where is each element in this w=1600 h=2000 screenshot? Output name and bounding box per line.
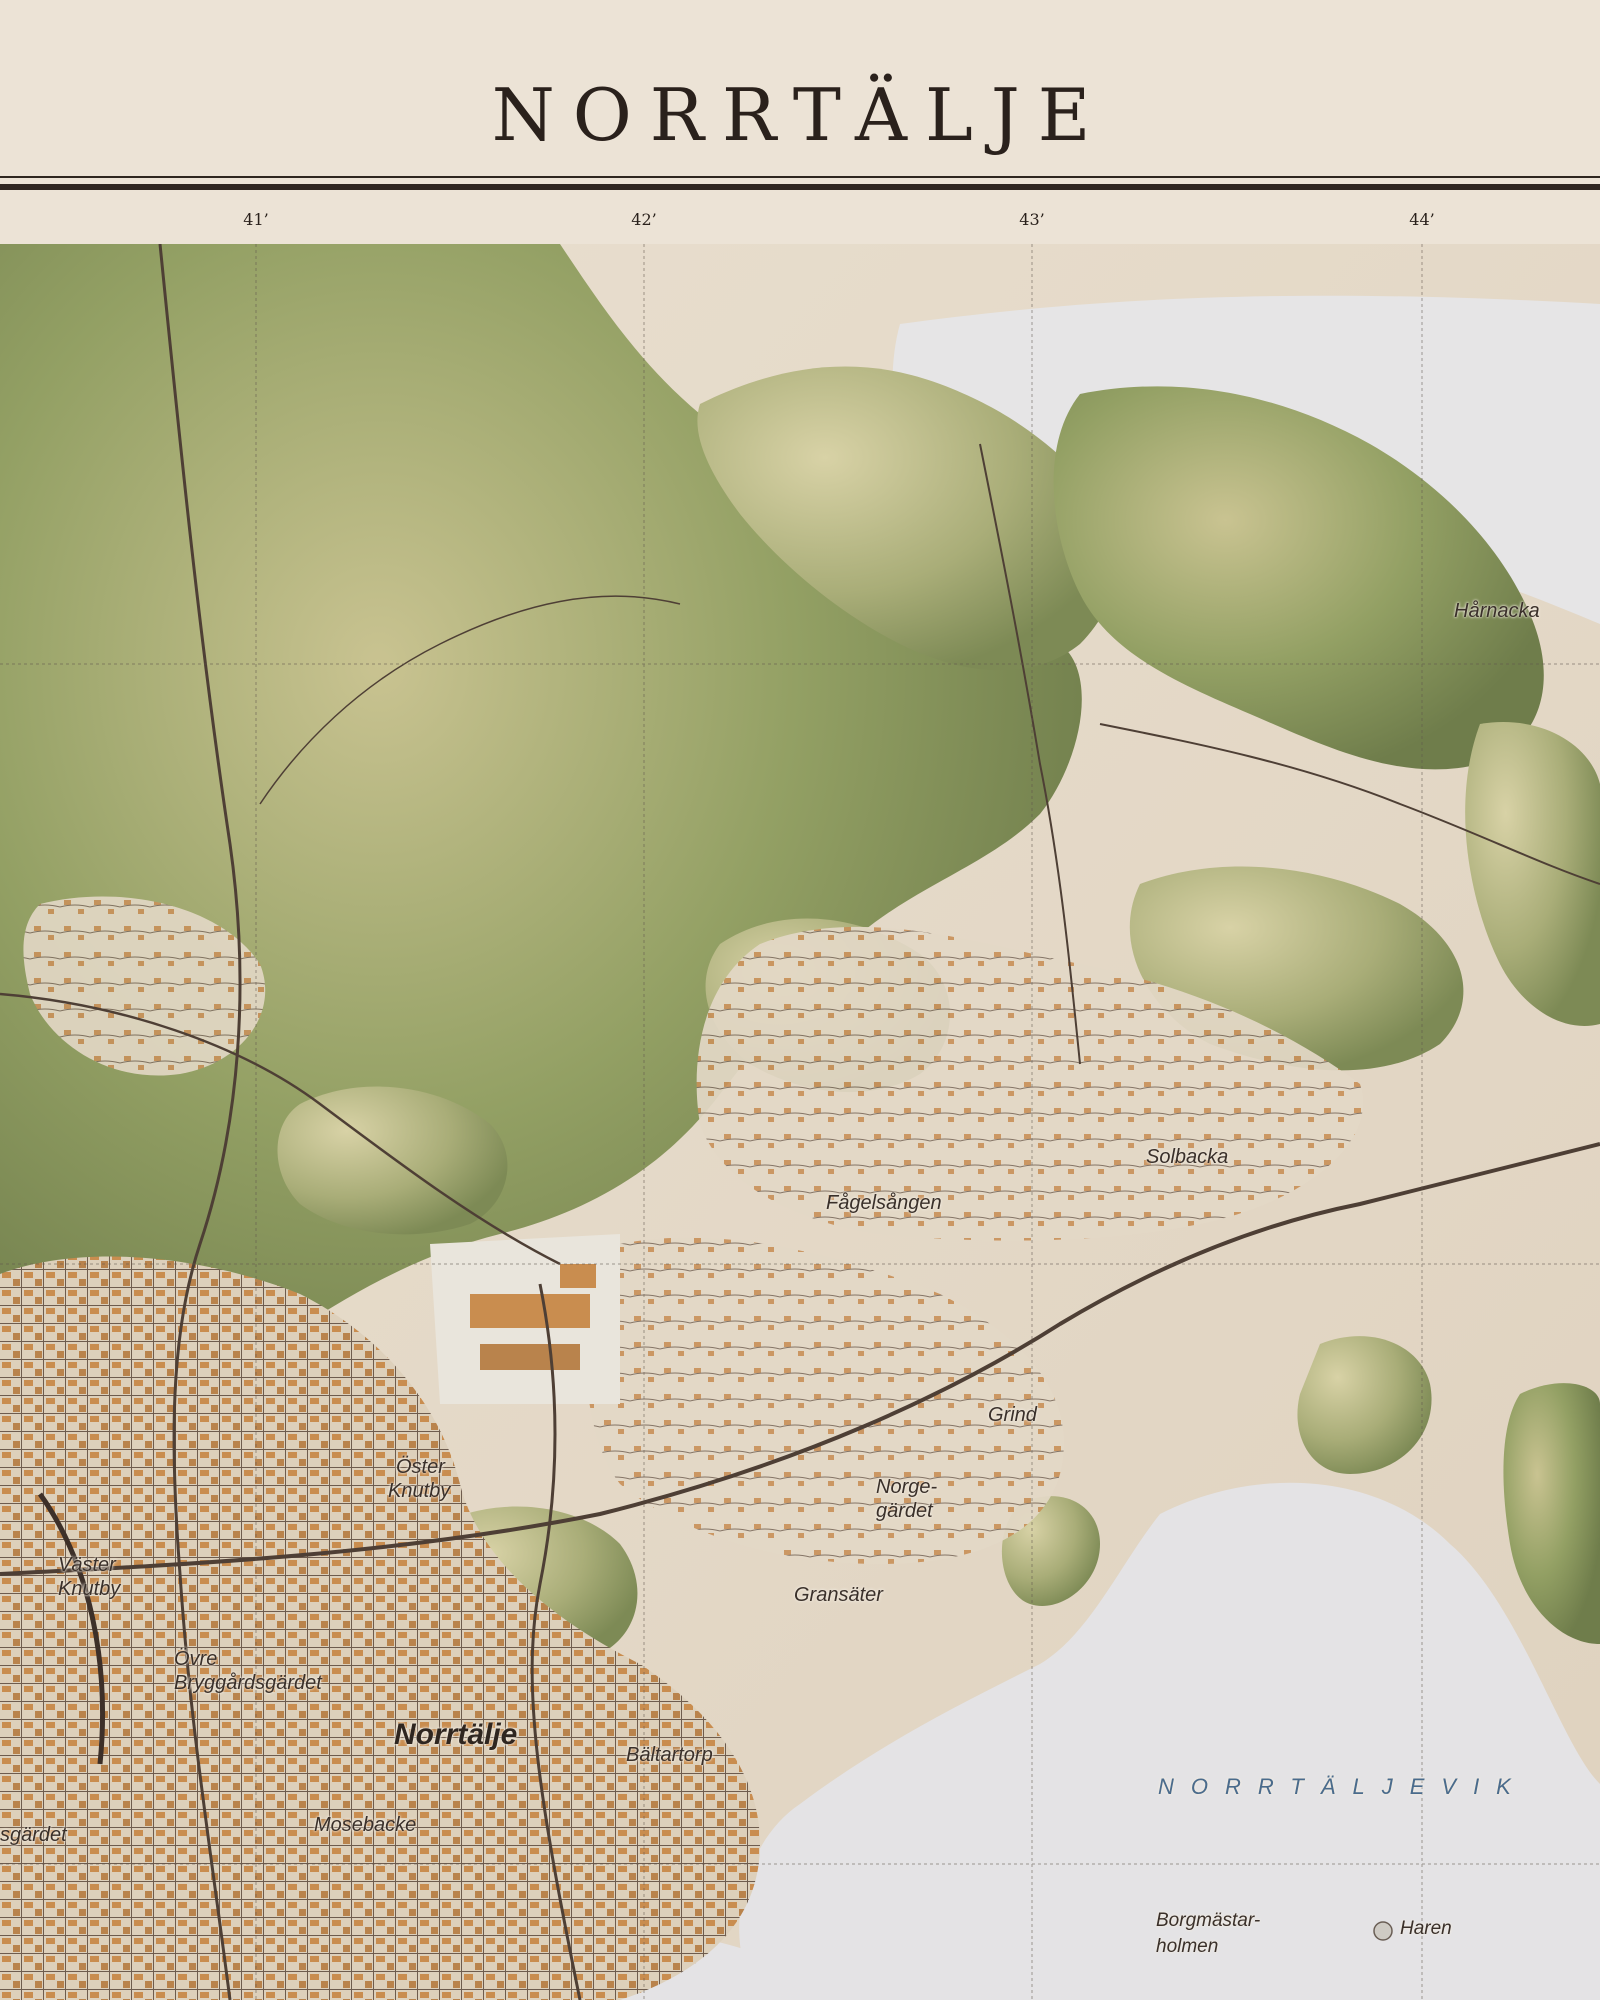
building xyxy=(470,1294,590,1328)
building xyxy=(560,1264,596,1288)
place-label-baltartorp: Bältartorp xyxy=(626,1744,713,1766)
title-banner: NORRTÄLJE xyxy=(0,0,1600,175)
place-label-norgegardet-1: Norge- xyxy=(876,1476,938,1498)
haren-islet-marker xyxy=(1373,1921,1393,1941)
place-label-oster-knutby-1: Öster xyxy=(396,1456,445,1478)
place-label-ovre-2: Bryggårdsgärdet xyxy=(174,1672,322,1694)
place-label-norgegardet-2: gärdet xyxy=(876,1500,933,1522)
place-label-vaster-knutby-1: Väster xyxy=(58,1554,116,1576)
map-canvas xyxy=(0,244,1600,2000)
longitude-tick: 43’ xyxy=(1019,210,1045,229)
town-label-norrtalje: Norrtälje xyxy=(394,1718,518,1751)
place-label-grind: Grind xyxy=(988,1404,1037,1426)
relief-map: Hårnacka Solbacka Fågelsången Grind Öste… xyxy=(0,244,1600,2000)
place-label-vaster-knutby-2: Knutby xyxy=(58,1578,121,1600)
place-label-mosebacke: Mosebacke xyxy=(314,1814,417,1836)
place-label-oster-knutby-2: Knutby xyxy=(388,1480,451,1502)
water-label-norrtaljeviken: NORRTÄLJEVIK xyxy=(1158,1774,1528,1799)
building xyxy=(480,1344,580,1370)
place-label-haren: Haren xyxy=(1400,1918,1452,1939)
longitude-tick: 44’ xyxy=(1409,210,1435,229)
place-label-solbacka: Solbacka xyxy=(1146,1146,1229,1168)
place-label-ovre-1: Övre xyxy=(174,1648,218,1670)
place-label-harnacka: Hårnacka xyxy=(1454,600,1540,622)
place-label-fagelsangen: Fågelsången xyxy=(826,1192,942,1214)
place-label-sgardet: sgärdet xyxy=(0,1824,67,1846)
map-title: NORRTÄLJE xyxy=(491,73,1109,157)
map-poster: NORRTÄLJE 41’ 42’ 43’ 44’ Hårnacka Solba… xyxy=(0,0,1600,2000)
longitude-tick: 42’ xyxy=(631,210,657,229)
longitude-scale: 41’ 42’ 43’ 44’ xyxy=(0,190,1600,244)
longitude-tick: 41’ xyxy=(243,210,269,229)
title-rule-thin xyxy=(0,176,1600,178)
place-label-borgmastarholmen-1: Borgmästar- xyxy=(1156,1910,1261,1931)
place-label-gransater: Gransäter xyxy=(794,1584,883,1606)
place-label-borgmastarholmen-2: holmen xyxy=(1156,1936,1219,1957)
